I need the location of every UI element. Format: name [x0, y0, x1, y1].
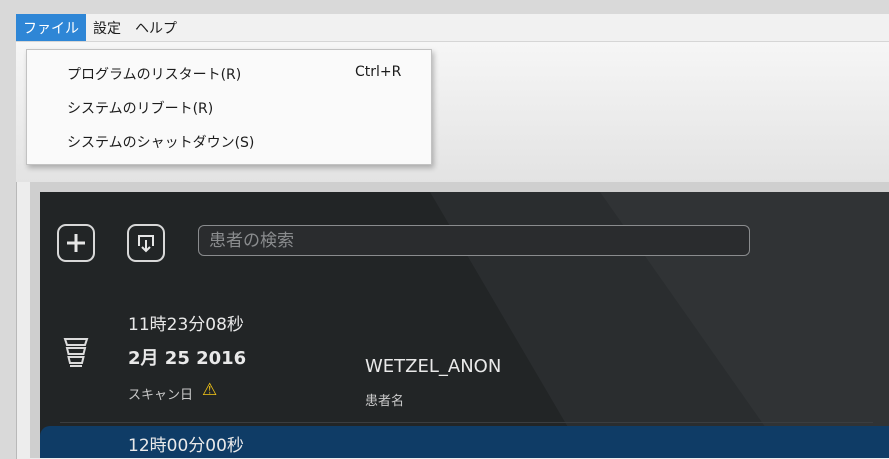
menu-item-label: システムのリブート(R)	[67, 101, 214, 117]
menu-item-shutdown-system[interactable]: システムのシャットダウン(S)	[67, 132, 254, 152]
row-divider	[60, 422, 873, 423]
record-date: 2月 25 2016	[128, 348, 247, 369]
patient-name: WETZEL_ANON	[365, 356, 502, 377]
patient-name-label: 患者名	[365, 394, 405, 409]
menu-item-restart-program[interactable]: プログラムのリスタート(R)	[67, 64, 241, 84]
patient-search-input[interactable]	[198, 225, 750, 256]
import-icon	[138, 235, 154, 253]
menu-help[interactable]: ヘルプ	[128, 14, 184, 41]
warning-icon: ⚠	[202, 380, 218, 400]
import-button[interactable]	[127, 224, 165, 262]
menubar: ファイル 設定 ヘルプ	[16, 14, 889, 42]
menu-file[interactable]: ファイル	[16, 14, 86, 41]
file-menu-dropdown: プログラムのリスタート(R) Ctrl+R システムのリブート(R) システムの…	[26, 49, 432, 165]
record-time: 11時23分08秒	[128, 315, 244, 335]
record-time: 12時00分00秒	[128, 436, 244, 456]
menu-item-reboot-system[interactable]: システムのリブート(R)	[67, 98, 213, 118]
menu-item-shortcut: Ctrl+R	[355, 64, 402, 80]
plus-icon	[67, 234, 85, 252]
scan-date-label: スキャン日	[128, 388, 194, 403]
scan-stack-icon	[63, 338, 89, 367]
menu-item-label: システムのシャットダウン(S)	[67, 135, 255, 151]
menu-settings[interactable]: 設定	[86, 14, 128, 41]
add-patient-button[interactable]	[57, 224, 95, 262]
menu-item-label: プログラムのリスタート(R)	[67, 67, 242, 83]
